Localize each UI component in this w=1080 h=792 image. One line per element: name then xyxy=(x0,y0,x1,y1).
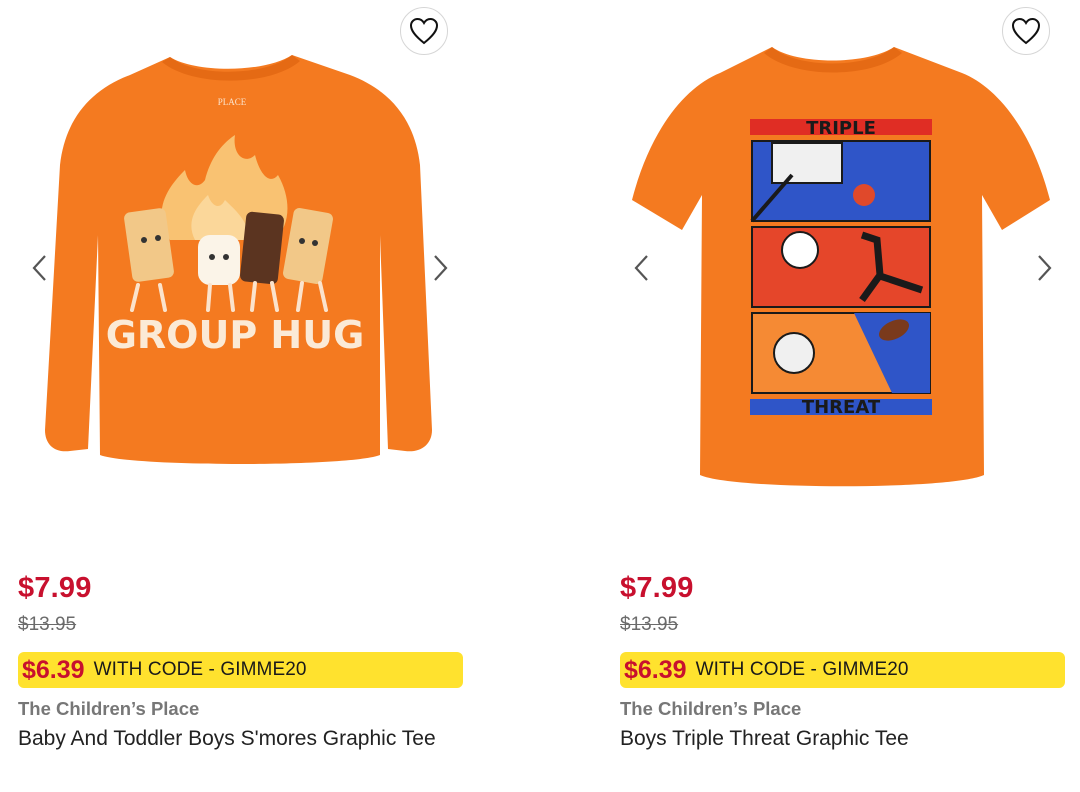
heart-outline-icon xyxy=(409,17,439,45)
brand-name: The Children’s Place xyxy=(620,698,802,719)
promo-code-text: WITH CODE - GIMME20 xyxy=(93,659,307,680)
graphic-text-bottom: THREAT xyxy=(802,397,881,418)
promo-badge: $6.39 WITH CODE - GIMME20 xyxy=(18,652,463,688)
promo-badge: $6.39 WITH CODE - GIMME20 xyxy=(620,652,1065,688)
promo-price: $6.39 xyxy=(22,655,85,684)
chevron-left-icon xyxy=(32,255,46,281)
graphic-text: GROUP HUG xyxy=(106,313,365,357)
product-name-link[interactable]: Baby And Toddler Boys S'mores Graphic Te… xyxy=(18,724,458,754)
original-price: $13.95 xyxy=(18,614,77,635)
carousel-prev-button[interactable] xyxy=(24,250,54,286)
product-name-link[interactable]: Boys Triple Threat Graphic Tee xyxy=(620,724,1060,754)
sale-price: $7.99 xyxy=(18,572,92,604)
carousel-next-button[interactable] xyxy=(1030,250,1060,286)
product-image-carousel[interactable]: PLACE GROUP HUG xyxy=(0,0,470,540)
chevron-left-icon xyxy=(634,255,648,281)
carousel-prev-button[interactable] xyxy=(626,250,656,286)
chevron-right-icon xyxy=(1038,255,1052,281)
product-card[interactable]: PLACE GROUP HUG $7.99 $13.95 $6.39 WITH … xyxy=(0,0,470,792)
sale-price: $7.99 xyxy=(620,572,694,604)
promo-price: $6.39 xyxy=(624,655,687,684)
chevron-right-icon xyxy=(434,255,448,281)
original-price: $13.95 xyxy=(620,614,679,635)
heart-outline-icon xyxy=(1011,17,1041,45)
brand-name: The Children’s Place xyxy=(18,698,200,719)
graphic-text-top: TRIPLE xyxy=(806,118,876,139)
product-card[interactable]: TRIPLE THREAT $7.99 $13.95 $6.39 WITH CO… xyxy=(602,0,1072,792)
product-image[interactable]: TRIPLE THREAT xyxy=(622,35,1052,505)
favorite-button[interactable] xyxy=(1002,7,1050,55)
product-image[interactable]: PLACE GROUP HUG xyxy=(20,35,450,505)
brand-tag-text: PLACE xyxy=(218,97,247,107)
promo-code-text: WITH CODE - GIMME20 xyxy=(695,659,909,680)
favorite-button[interactable] xyxy=(400,7,448,55)
carousel-next-button[interactable] xyxy=(426,250,456,286)
product-image-carousel[interactable]: TRIPLE THREAT xyxy=(602,0,1072,540)
